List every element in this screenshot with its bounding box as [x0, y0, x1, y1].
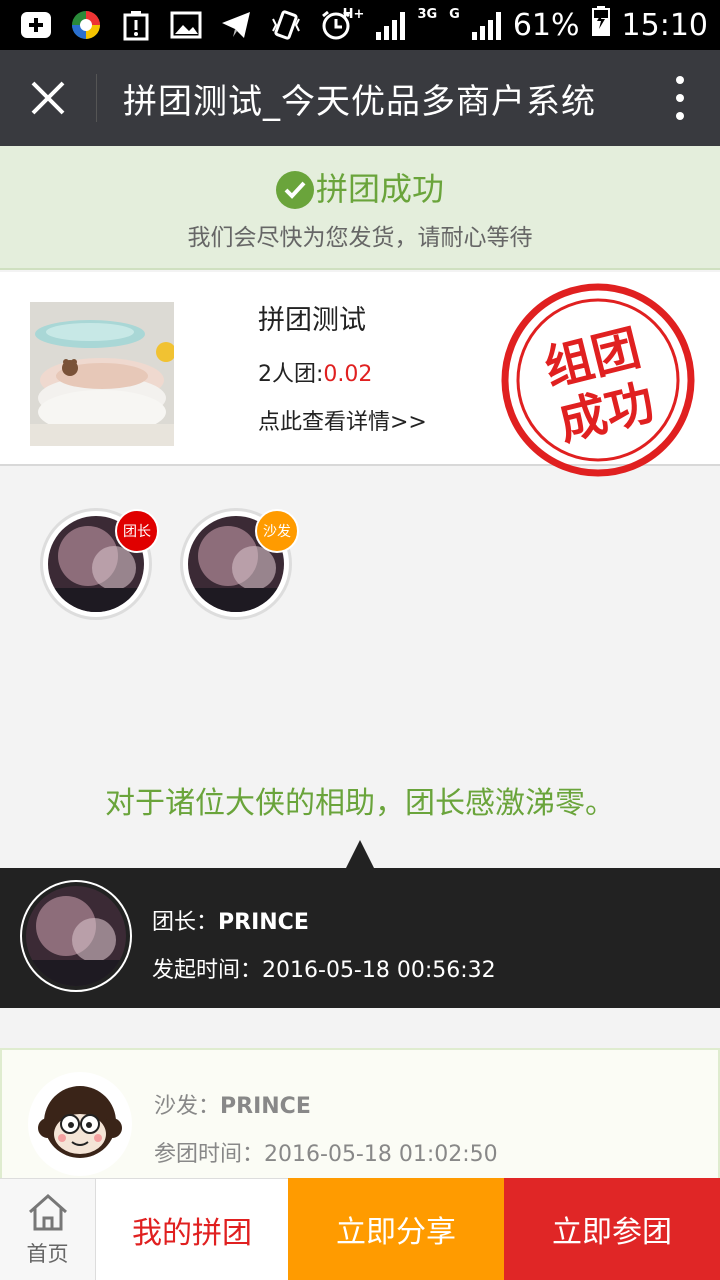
sofa-info: 沙发：PRINCE 参团时间：2016-05-18 01:02:50	[0, 1048, 720, 1188]
status-bar: H+ 3G G 61% 15:10	[0, 0, 720, 50]
group-success-stamp: 组团 成功	[500, 282, 696, 478]
sofa-name-line: 沙发：PRINCE	[154, 1088, 311, 1120]
home-label: 首页	[26, 1241, 69, 1266]
sofa-time-line: 参团时间：2016-05-18 01:02:50	[154, 1136, 498, 1168]
leader-name-line: 团长：PRINCE	[152, 904, 309, 936]
more-vertical-icon	[676, 76, 684, 84]
success-subtitle: 我们会尽快为您发货，请耐心等待	[187, 225, 533, 251]
bottom-bar: 首页 我的拼团 立即分享 立即参团	[0, 1178, 720, 1280]
leader-role-label: 团长：	[152, 910, 219, 935]
title-bar: 拼团测试_今天优品多商户系统	[0, 50, 720, 146]
success-banner: 拼团成功 我们会尽快为您发货，请耐心等待	[0, 146, 720, 270]
sofa-badge: 沙发	[255, 509, 299, 553]
home-tab[interactable]: 首页	[0, 1178, 96, 1280]
network-label-g: G	[449, 7, 460, 22]
my-groups-button[interactable]: 我的拼团	[96, 1178, 288, 1280]
price-value: 0.02	[323, 362, 373, 387]
page-title: 拼团测试_今天优品多商户系统	[123, 81, 596, 122]
sofa-time-label: 参团时间：	[154, 1142, 265, 1167]
leader-time-label: 发起时间：	[152, 958, 263, 983]
send-icon	[220, 9, 252, 41]
sofa-role-label: 沙发：	[154, 1094, 221, 1119]
clock: 15:10	[621, 7, 708, 43]
sofa-name: PRINCE	[220, 1094, 311, 1119]
product-image[interactable]	[30, 302, 174, 446]
warning-battery-icon	[120, 9, 152, 41]
product-price: 2人团:0.02	[258, 356, 372, 388]
network-label-3g: 3G	[417, 7, 438, 22]
group-size-label: 2人团:	[258, 362, 324, 387]
close-icon	[31, 81, 65, 115]
leader-badge: 团长	[115, 509, 159, 553]
image-icon	[170, 9, 202, 41]
product-name[interactable]: 拼团测试	[258, 298, 366, 337]
more-button[interactable]	[670, 76, 690, 120]
battery-icon	[591, 6, 610, 44]
leader-time-line: 发起时间：2016-05-18 00:56:32	[152, 952, 496, 984]
battery-percent: 61%	[512, 7, 580, 43]
check-icon	[275, 171, 314, 209]
member-avatar-sofa[interactable]: 沙发	[180, 508, 299, 620]
leader-info: 团长：PRINCE 发起时间：2016-05-18 00:56:32	[0, 868, 720, 1008]
view-details-link[interactable]: 点此查看详情>>	[258, 404, 427, 436]
success-title: 拼团成功	[0, 164, 720, 210]
leader-time: 2016-05-18 00:56:32	[262, 958, 496, 983]
signal-icon	[376, 10, 406, 40]
success-title-text: 拼团成功	[315, 170, 444, 208]
close-button[interactable]	[0, 50, 96, 146]
sofa-time: 2016-05-18 01:02:50	[264, 1142, 498, 1167]
thanks-message: 对于诸位大侠的相助，团长感激涕零。	[105, 786, 615, 821]
vibrate-icon	[270, 9, 302, 41]
leader-name: PRINCE	[218, 910, 309, 935]
join-group-button[interactable]: 立即参团	[504, 1178, 720, 1280]
monkey-avatar-icon	[28, 1072, 132, 1176]
network-label-hplus: H+	[342, 7, 365, 22]
signal-icon	[471, 10, 501, 40]
pointer-arrow	[346, 840, 374, 868]
leader-avatar	[20, 880, 132, 992]
product-card[interactable]: 拼团测试 2人团:0.02 点此查看详情>> 组团 成功	[0, 272, 720, 477]
share-button[interactable]: 立即分享	[288, 1178, 504, 1280]
app-icon	[70, 9, 102, 41]
member-avatar-leader[interactable]: 团长	[40, 508, 159, 620]
add-icon	[20, 9, 52, 41]
home-icon	[28, 1193, 67, 1230]
